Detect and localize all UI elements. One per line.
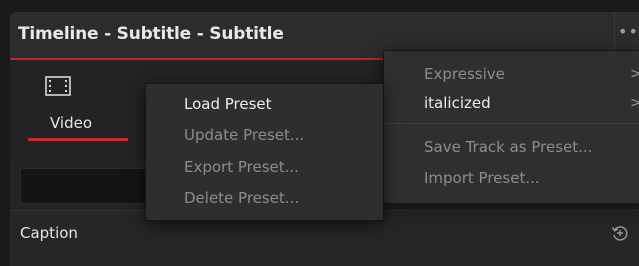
chevron-right-icon: > <box>630 95 639 111</box>
filmstrip-icon <box>45 76 71 96</box>
menu-item-delete-preset[interactable]: Delete Preset... <box>184 189 299 207</box>
chevron-right-icon: > <box>630 66 639 82</box>
submenu-item-italicized[interactable]: italicized <box>424 94 491 112</box>
menu-item-load-preset[interactable]: Load Preset <box>184 95 272 113</box>
caption-section-label: Caption <box>20 224 78 242</box>
tab-video[interactable]: Video <box>10 60 146 160</box>
more-dots-icon[interactable]: •• <box>618 22 639 41</box>
submenu-item-import-preset[interactable]: Import Preset... <box>424 169 540 187</box>
menu-item-export-preset[interactable]: Export Preset... <box>184 158 299 176</box>
active-tab-indicator <box>28 138 128 141</box>
submenu-item-expressive[interactable]: Expressive <box>424 65 505 83</box>
menu-item-update-preset[interactable]: Update Preset... <box>184 126 304 144</box>
panel-title: Timeline - Subtitle - Subtitle <box>18 24 284 44</box>
preset-context-menu: Load Preset Update Preset... Export Pres… <box>145 83 384 221</box>
tab-video-label: Video <box>50 114 93 132</box>
submenu-item-save-track-as-preset[interactable]: Save Track as Preset... <box>424 138 592 156</box>
preset-submenu: Expressive > italicized > Save Track as … <box>383 50 639 204</box>
reset-icon[interactable] <box>610 223 630 243</box>
menu-separator <box>384 123 639 124</box>
